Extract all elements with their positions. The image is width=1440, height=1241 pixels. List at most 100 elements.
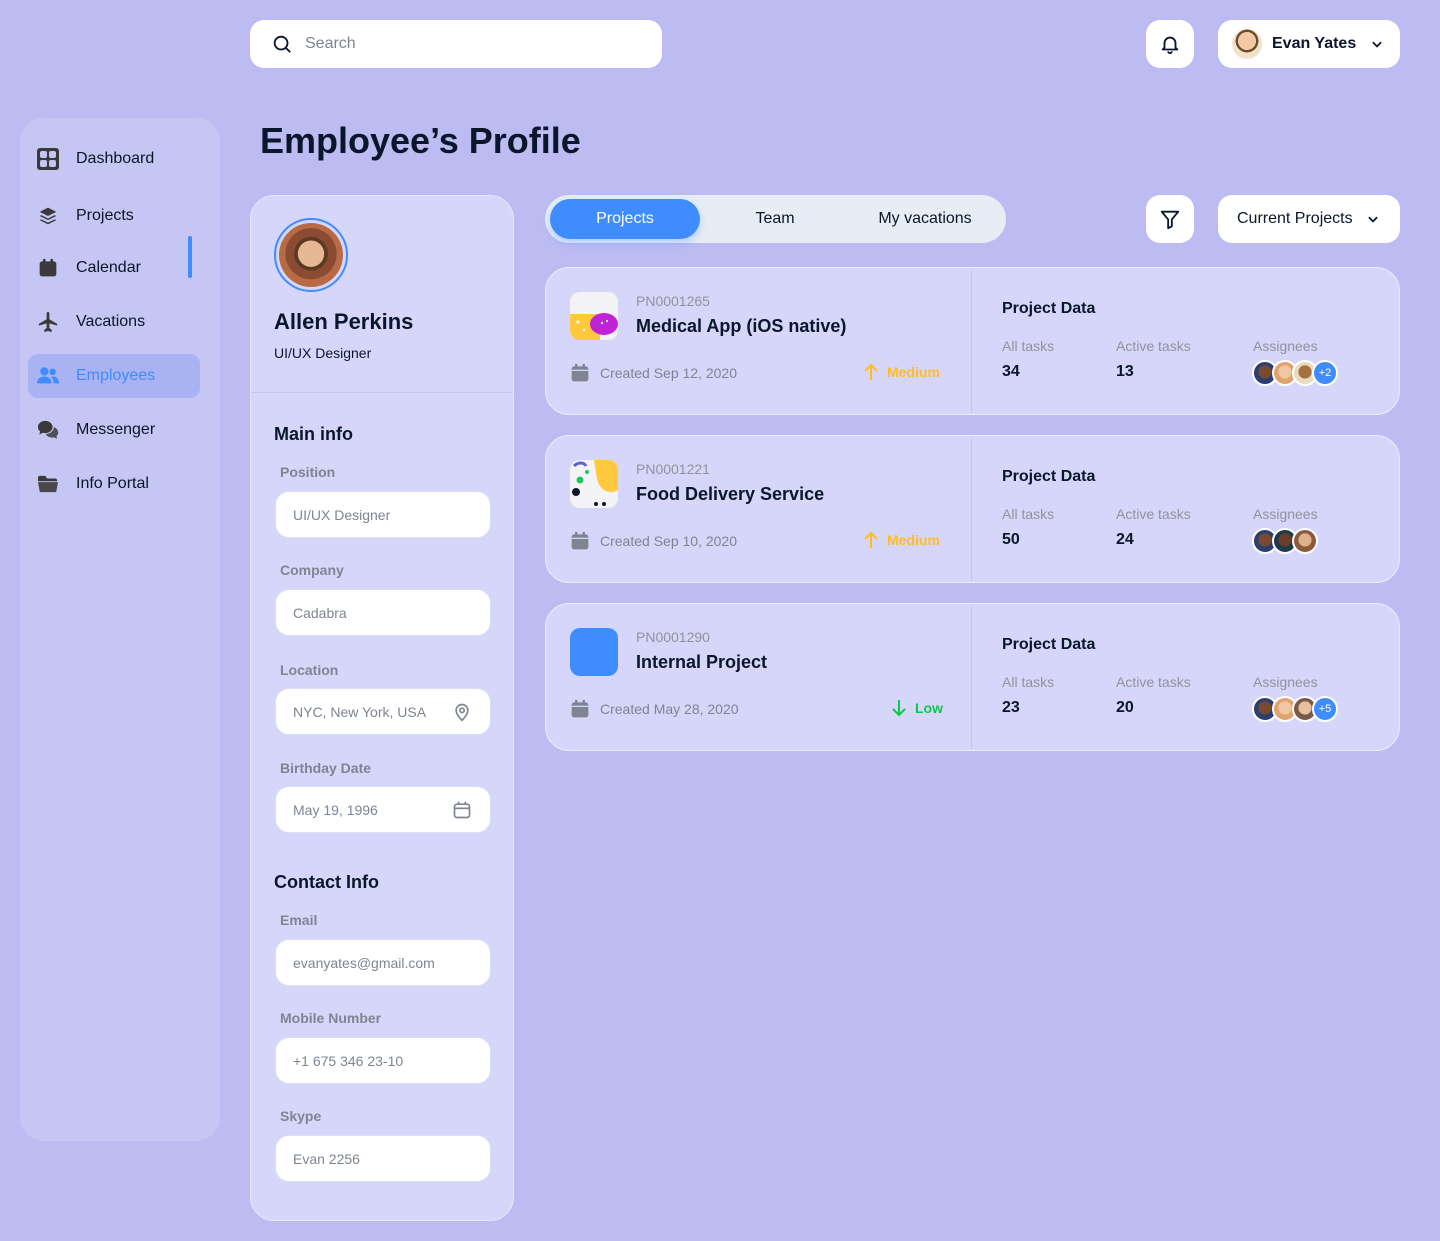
project-code: PN0001221	[636, 461, 710, 477]
project-name: Food Delivery Service	[636, 484, 825, 504]
birthday-value: May 19, 1996	[293, 801, 378, 818]
internal-project-icon	[570, 628, 618, 676]
avatar	[274, 218, 348, 292]
sidebar-item-label: Messenger	[76, 421, 156, 438]
email-field[interactable]: evanyates@gmail.com	[275, 939, 491, 986]
chevron-down-icon	[1368, 216, 1378, 223]
active-tasks-value: 13	[1116, 363, 1134, 380]
project-code: PN0001290	[636, 629, 710, 645]
project-data-title: Project Data	[1002, 468, 1096, 485]
project-data-title: Project Data	[1002, 300, 1096, 317]
all-tasks-label: All tasks	[1002, 674, 1055, 690]
filter-icon	[1160, 210, 1180, 230]
active-tasks-value: 20	[1116, 699, 1134, 716]
main-info-title: Main info	[274, 424, 353, 444]
sidebar-item-dashboard[interactable]: Dashboard	[28, 137, 200, 181]
mobile-value: +1 675 346 23-10	[293, 1052, 404, 1069]
search-bar[interactable]	[250, 20, 662, 68]
project-name: Medical App (iOS native)	[636, 316, 847, 336]
avatar	[1232, 29, 1262, 59]
sidebar-item-info-portal[interactable]: Info Portal	[28, 462, 200, 506]
location-label: Location	[280, 662, 339, 678]
assignees-label: Assignees	[1253, 674, 1318, 690]
email-value: evanyates@gmail.com	[293, 954, 435, 971]
created-date: Created Sep 10, 2020	[600, 533, 737, 549]
folder-icon	[36, 472, 60, 496]
priority-badge: Medium	[863, 531, 940, 549]
profile-name: Allen Perkins	[274, 309, 414, 334]
priority-label: Low	[915, 700, 943, 716]
food-delivery-icon	[570, 460, 618, 508]
calendar-icon	[571, 363, 589, 382]
contact-info-title: Contact Info	[274, 872, 379, 892]
active-tasks-label: Active tasks	[1116, 674, 1191, 690]
all-tasks-value: 34	[1002, 363, 1020, 380]
search-icon	[273, 35, 291, 53]
project-card[interactable]: PN0001265 Medical App (iOS native) Creat…	[545, 267, 1400, 415]
project-card[interactable]: PN0001290 Internal Project Created May 2…	[545, 603, 1400, 751]
project-name: Internal Project	[636, 652, 768, 672]
mobile-field[interactable]: +1 675 346 23-10	[275, 1037, 491, 1084]
profile-card: Allen Perkins UI/UX Designer Main info P…	[250, 195, 514, 1221]
calendar-icon	[571, 531, 589, 550]
all-tasks-value: 23	[1002, 699, 1020, 716]
assignees-label: Assignees	[1253, 338, 1318, 354]
project-data-title: Project Data	[1002, 636, 1096, 653]
email-label: Email	[280, 912, 318, 928]
profile-role: UI/UX Designer	[274, 345, 372, 361]
position-field[interactable]: UI/UX Designer	[275, 491, 491, 538]
profile-tabs: Projects Team My vacations	[545, 195, 1006, 243]
priority-label: Medium	[887, 364, 940, 380]
skype-field[interactable]: Evan 2256	[275, 1135, 491, 1182]
sidebar-item-projects[interactable]: Projects	[28, 194, 200, 238]
calendar-icon	[36, 256, 60, 280]
birthday-label: Birthday Date	[280, 760, 372, 776]
company-label: Company	[280, 562, 344, 578]
project-card[interactable]: PN0001221 Food Delivery Service Created …	[545, 435, 1400, 583]
sidebar-item-label: Employees	[76, 367, 156, 384]
page-title: Employee’s Profile	[260, 120, 581, 161]
birthday-field[interactable]: May 19, 1996	[275, 786, 491, 833]
tab-projects[interactable]: Projects	[550, 199, 700, 239]
more-assignees-badge: +5	[1312, 696, 1338, 722]
active-tasks-label: Active tasks	[1116, 506, 1191, 522]
airplane-icon	[36, 310, 60, 334]
calendar-icon[interactable]	[452, 800, 472, 820]
layers-icon	[36, 204, 60, 228]
sidebar-item-label: Projects	[76, 207, 134, 224]
priority-badge: Low	[891, 699, 943, 717]
location-field[interactable]: NYC, New York, USA	[275, 688, 491, 735]
project-created: Created Sep 12, 2020	[570, 363, 737, 383]
active-tasks-label: Active tasks	[1116, 338, 1191, 354]
assignees-label: Assignees	[1253, 506, 1318, 522]
search-input[interactable]	[305, 35, 625, 53]
sidebar-item-messenger[interactable]: Messenger	[28, 408, 200, 452]
all-tasks-value: 50	[1002, 531, 1020, 548]
sidebar-item-calendar[interactable]: Calendar	[28, 246, 200, 290]
arrow-down-icon	[892, 700, 906, 717]
avatar	[1292, 528, 1318, 554]
profile-header: Allen Perkins UI/UX Designer	[251, 196, 513, 393]
bell-icon	[1161, 36, 1179, 55]
sidebar-item-label: Vacations	[76, 313, 146, 330]
active-tasks-value: 24	[1116, 531, 1134, 548]
filter-button[interactable]	[1146, 195, 1194, 243]
divider	[971, 436, 972, 582]
tab-team[interactable]: Team	[700, 199, 850, 239]
projects-filter-select[interactable]: Current Projects	[1218, 195, 1400, 243]
sidebar-item-vacations[interactable]: Vacations	[28, 300, 200, 344]
project-created: Created Sep 10, 2020	[570, 531, 737, 551]
mobile-label: Mobile Number	[280, 1010, 382, 1026]
select-value: Current Projects	[1237, 210, 1353, 227]
user-name: Evan Yates	[1272, 35, 1357, 52]
notifications-button[interactable]	[1146, 20, 1194, 68]
sidebar-item-employees[interactable]: Employees	[28, 354, 200, 398]
priority-label: Medium	[887, 532, 940, 548]
project-code: PN0001265	[636, 293, 710, 309]
tab-my-vacations[interactable]: My vacations	[850, 199, 1000, 239]
chat-icon	[36, 418, 60, 442]
company-field[interactable]: Cadabra	[275, 589, 491, 636]
location-value: NYC, New York, USA	[293, 703, 427, 720]
user-menu-button[interactable]: Evan Yates	[1218, 20, 1400, 68]
more-assignees-badge: +2	[1312, 360, 1338, 386]
